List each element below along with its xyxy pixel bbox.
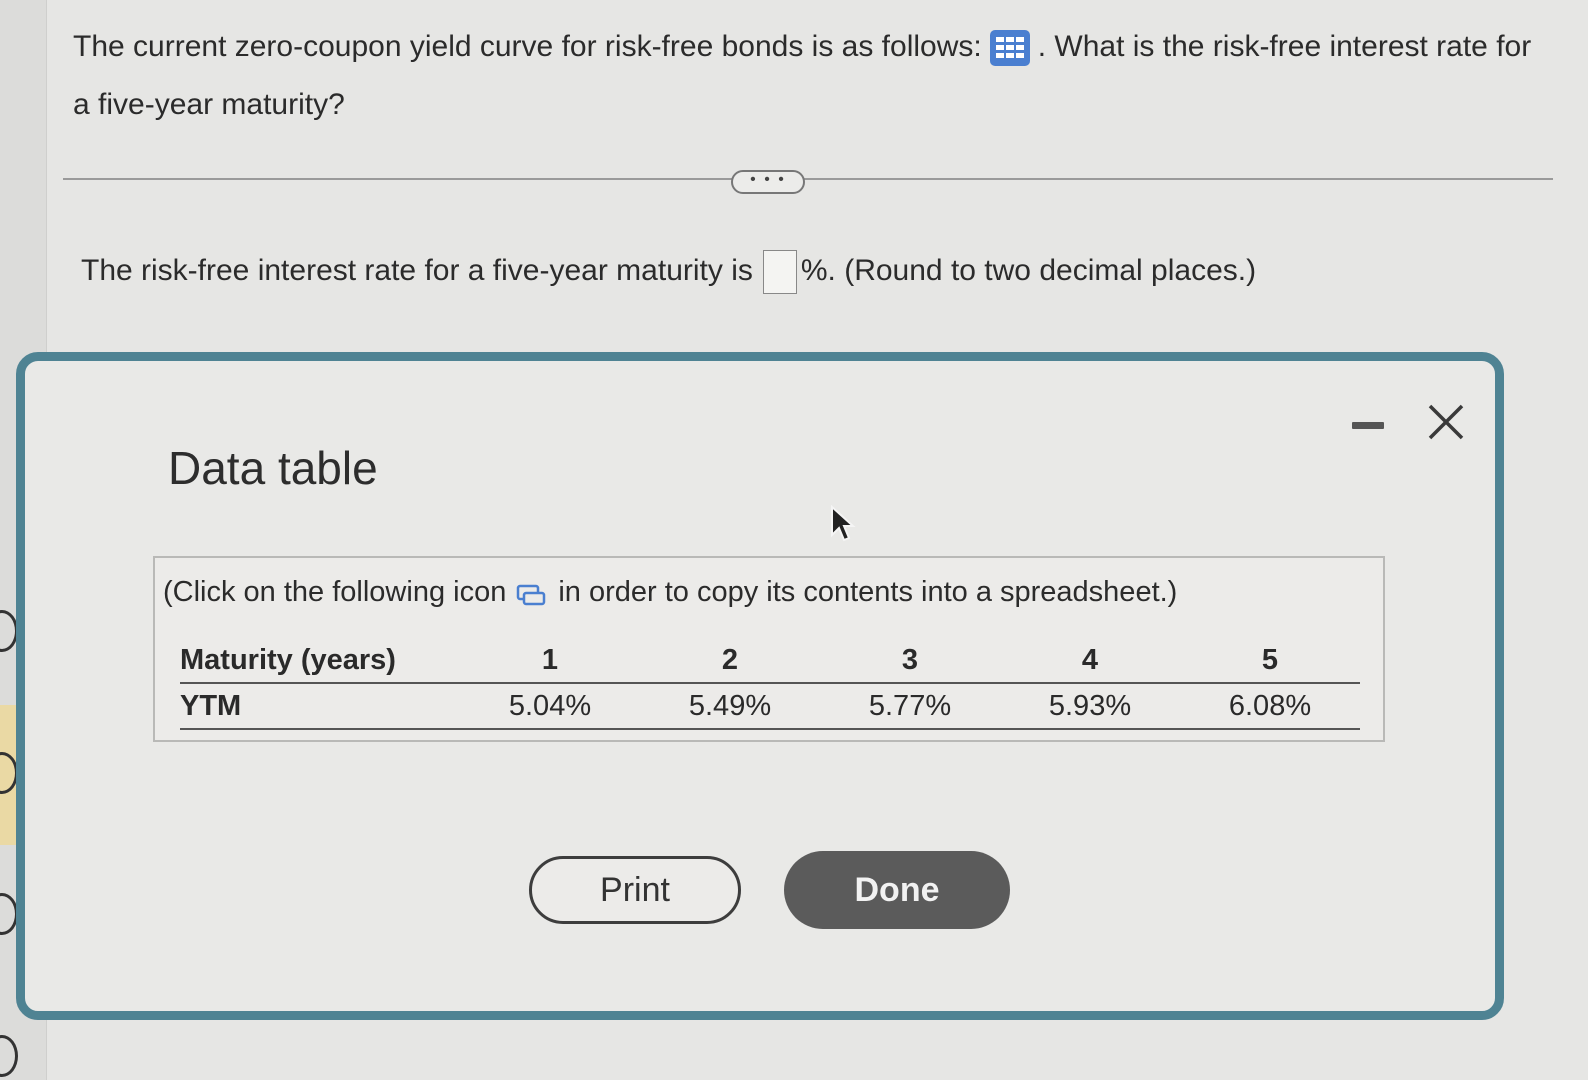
print-button[interactable]: Print xyxy=(529,856,741,924)
ytm-value-2: 5.49% xyxy=(640,683,820,730)
header-maturity-label: Maturity (years) xyxy=(180,638,460,684)
instruction-part1: (Click on the following icon xyxy=(163,576,507,608)
row-ytm-label: YTM xyxy=(180,683,460,730)
ytm-value-5: 6.08% xyxy=(1180,683,1360,730)
ytm-value-1: 5.04% xyxy=(460,683,640,730)
mouse-cursor-icon xyxy=(831,505,856,542)
answer-line: The risk-free interest rate for a five-y… xyxy=(81,245,1256,297)
answer-input[interactable] xyxy=(762,250,797,295)
answer-suffix: %. (Round to two decimal places.) xyxy=(800,254,1257,287)
question-text: The current zero-coupon yield curve for … xyxy=(73,18,1533,134)
section-divider xyxy=(63,178,1553,180)
yield-table: Maturity (years) 1 2 3 4 5 YTM 5.04% 5.4… xyxy=(180,638,1360,730)
dialog-title: Data table xyxy=(168,442,378,494)
header-maturity-3: 3 xyxy=(820,638,1000,684)
ytm-value-4: 5.93% xyxy=(1000,683,1180,730)
instruction-part2: in order to copy its contents into a spr… xyxy=(558,576,1178,608)
table-grid-icon[interactable] xyxy=(989,30,1030,67)
copy-icon[interactable] xyxy=(516,581,546,606)
answer-prefix: The risk-free interest rate for a five-y… xyxy=(81,254,753,287)
expand-more-button[interactable]: • • • xyxy=(731,170,805,194)
data-table-dialog: Data table (Click on the following icon … xyxy=(16,352,1504,1020)
minimize-button[interactable] xyxy=(1350,413,1384,439)
header-maturity-5: 5 xyxy=(1180,638,1360,684)
done-button[interactable]: Done xyxy=(784,851,1010,929)
header-maturity-4: 4 xyxy=(1000,638,1180,684)
question-text-part1: The current zero-coupon yield curve for … xyxy=(73,30,982,63)
copy-instruction: (Click on the following icon in order to… xyxy=(163,576,1177,609)
close-button[interactable] xyxy=(1425,401,1467,443)
header-maturity-1: 1 xyxy=(460,638,640,684)
close-icon xyxy=(1428,404,1464,440)
ytm-value-3: 5.77% xyxy=(820,683,1000,730)
minimize-icon xyxy=(1352,422,1384,429)
header-maturity-2: 2 xyxy=(640,638,820,684)
table-row: YTM 5.04% 5.49% 5.77% 5.93% 6.08% xyxy=(180,683,1360,730)
table-header-row: Maturity (years) 1 2 3 4 5 xyxy=(180,638,1360,684)
data-table-container: (Click on the following icon in order to… xyxy=(153,556,1385,742)
